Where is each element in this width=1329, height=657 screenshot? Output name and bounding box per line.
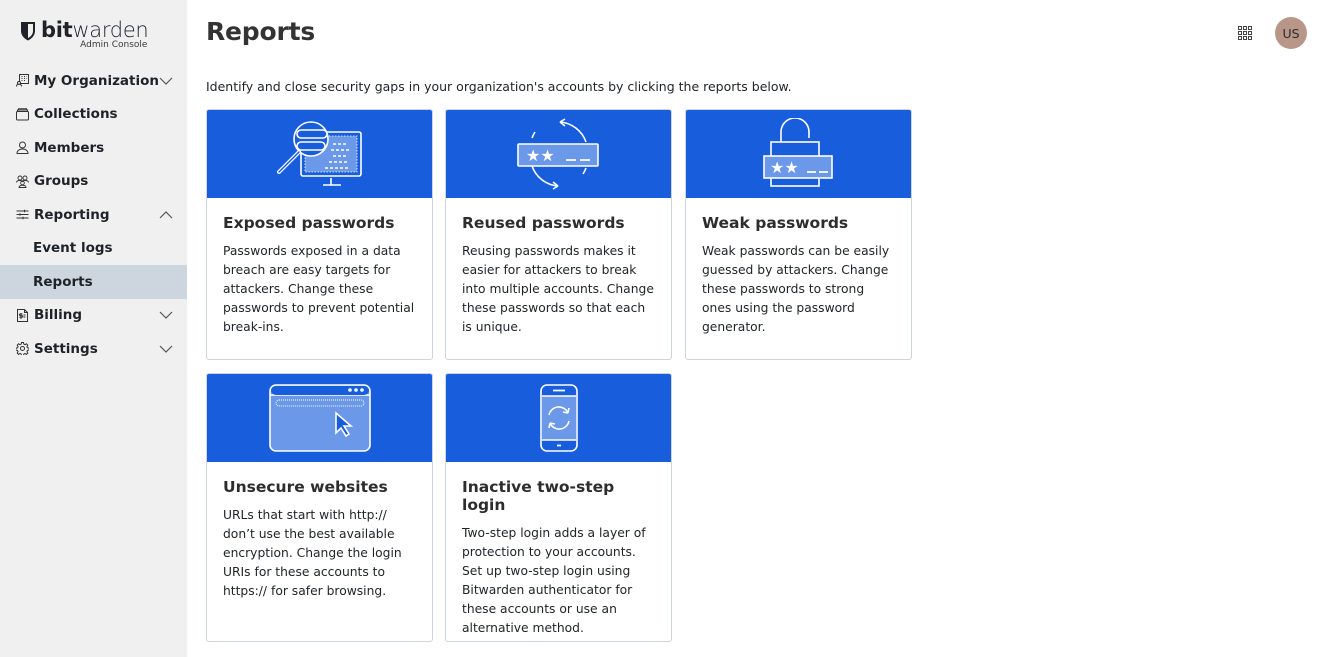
sidebar-item-label: Members <box>34 139 105 156</box>
sliders-icon <box>16 208 29 221</box>
card-description: Two-step login adds a layer of protectio… <box>462 526 646 635</box>
sidebar-item-label: Reports <box>33 273 93 290</box>
avatar[interactable]: US <box>1275 17 1307 49</box>
user-icon <box>16 141 29 155</box>
sidebar-item-collections[interactable]: Collections <box>0 98 187 132</box>
sidebar-item-label: Groups <box>34 173 89 190</box>
card-banner <box>207 110 432 198</box>
card-title: Exposed passwords <box>223 214 395 232</box>
page-title: Reports <box>206 17 316 46</box>
billing-icon <box>16 308 29 322</box>
sidebar-item-settings[interactable]: Settings <box>0 332 187 366</box>
groups-icon <box>16 175 29 188</box>
brand-name: bitwarden <box>41 18 149 42</box>
report-card-weak-passwords[interactable]: ★★ Weak passwords Weak passwords can be … <box>685 109 912 360</box>
sidebar-item-billing[interactable]: Billing <box>0 299 187 333</box>
product-switcher-icon[interactable] <box>1238 26 1252 40</box>
phone-sync-icon <box>539 384 578 452</box>
report-card-unsecure-websites[interactable]: Unsecure websites URLs that start with h… <box>206 373 433 642</box>
card-title: Inactive two-step login <box>462 478 615 514</box>
card-description: Passwords exposed in a data breach are e… <box>223 244 415 334</box>
collection-icon <box>16 108 29 121</box>
gear-icon <box>16 342 29 356</box>
bitwarden-logo[interactable]: bitwarden Admin Console <box>20 18 149 50</box>
svg-text:★★: ★★ <box>770 158 799 177</box>
magnifier-monitor-icon <box>276 121 362 186</box>
sidebar-item-reports[interactable]: Reports <box>0 265 187 299</box>
sidebar-item-reporting[interactable]: Reporting <box>0 198 187 232</box>
unlocked-padlock-icon: ★★ <box>762 118 833 187</box>
intro-text: Identify and close security gaps in your… <box>206 79 792 94</box>
sidebar-nav: My Organization Collections Members Grou… <box>0 64 187 366</box>
card-banner: ★★ <box>446 110 671 198</box>
brand-subtitle: Admin Console <box>80 40 148 50</box>
chevron-down-icon[interactable] <box>159 77 173 85</box>
shield-logo-icon <box>21 22 35 41</box>
chevron-down-icon[interactable] <box>159 311 173 320</box>
password-cycle-icon: ★★ <box>516 118 599 190</box>
card-description: Reusing passwords makes it easier for at… <box>462 244 654 334</box>
chevron-up-icon[interactable] <box>159 210 173 219</box>
sidebar-item-label: Billing <box>34 307 83 324</box>
report-card-exposed-passwords[interactable]: Exposed passwords Passwords exposed in a… <box>206 109 433 360</box>
card-banner <box>207 374 432 462</box>
card-title: Reused passwords <box>462 214 625 232</box>
card-title: Unsecure websites <box>223 478 388 496</box>
sidebar-item-label: Event logs <box>33 240 113 257</box>
sidebar-item-groups[interactable]: Groups <box>0 165 187 199</box>
sidebar-item-label: My Organization <box>34 72 160 89</box>
sidebar-item-label: Collections <box>34 106 118 123</box>
card-banner: ★★ <box>686 110 911 198</box>
sidebar-item-event-logs[interactable]: Event logs <box>0 232 187 266</box>
organization-icon <box>16 74 29 87</box>
sidebar-item-label: Settings <box>34 340 98 357</box>
card-banner <box>446 374 671 462</box>
card-description: Weak passwords can be easily guessed by … <box>702 244 890 334</box>
card-title: Weak passwords <box>702 214 849 232</box>
browser-cursor-icon <box>268 384 371 452</box>
header-actions: US <box>1238 17 1307 49</box>
report-card-reused-passwords[interactable]: ★★ Reused passwords Reusing passwords ma… <box>445 109 672 360</box>
card-description: URLs that start with http:// don’t use t… <box>223 508 402 598</box>
svg-text:★★: ★★ <box>526 146 555 165</box>
sidebar-item-my-organization[interactable]: My Organization <box>0 64 187 98</box>
sidebar: bitwarden Admin Console My Organization … <box>0 0 187 657</box>
sidebar-item-label: Reporting <box>34 206 110 223</box>
report-card-inactive-two-step-login[interactable]: Inactive two-step login Two-step login a… <box>445 373 672 642</box>
sidebar-item-members[interactable]: Members <box>0 131 187 165</box>
chevron-down-icon[interactable] <box>159 345 173 353</box>
